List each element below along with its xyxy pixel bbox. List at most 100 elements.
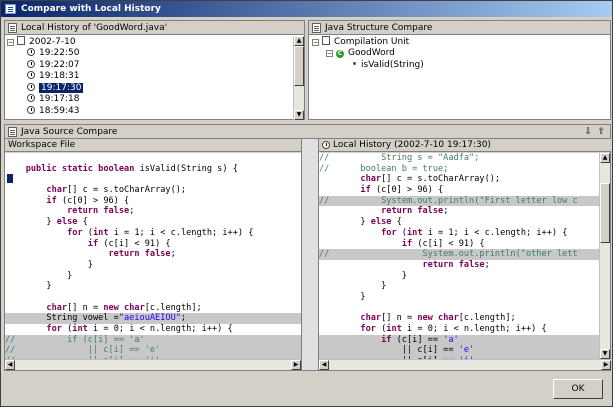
clock-icon — [27, 94, 35, 102]
local-history-editor-title: Local History (2002-7-10 19:17:30) — [333, 140, 491, 150]
scroll-up-icon[interactable]: ▲ — [294, 36, 304, 46]
right-code-line: if (c[0] > 96) { — [360, 185, 444, 196]
clock-icon — [27, 82, 35, 91]
history-entry[interactable]: 19:22:07 — [27, 59, 80, 71]
right-code-line: for (int i = 0; i < n.length; i++) { — [360, 324, 547, 334]
left-code-line: } — [5, 270, 73, 281]
right-vscrollbar[interactable]: ▲ ▼ — [599, 153, 610, 359]
right-code-line: if (c[i] < 91) { — [401, 238, 485, 249]
calendar-icon — [17, 36, 25, 45]
title-bar: Compare with Local History — [1, 1, 612, 17]
right-code-line: || c[i] == 'e' — [319, 345, 599, 357]
history-icon — [8, 23, 17, 33]
collapse-icon[interactable]: − — [326, 50, 333, 57]
node-label: Compilation Unit — [334, 37, 410, 47]
left-code-line: } else { — [5, 217, 88, 228]
tree-node-compilation-unit[interactable]: − Compilation Unit — [312, 36, 409, 47]
left-code-line: for (int i = 0; i < n.length; i++) { — [46, 324, 233, 334]
class-icon: C — [336, 50, 344, 58]
clock-icon — [322, 141, 330, 149]
local-history-title: Local History of 'GoodWord.java' — [21, 23, 168, 33]
workspace-file-editor[interactable]: public static boolean isValid(String s) … — [5, 153, 301, 359]
diff-gutter — [301, 139, 319, 370]
clock-icon — [27, 48, 35, 56]
left-code-line — [5, 292, 301, 303]
scroll-down-icon[interactable]: ▼ — [294, 110, 304, 120]
history-entry[interactable]: 19:22:50 — [27, 48, 79, 59]
structure-compare-pane: Java Structure Compare − Compilation Unit… — [308, 20, 611, 120]
local-history-header: Local History of 'GoodWord.java' — [5, 21, 304, 35]
local-history-editor-header: Local History (2002-7-10 19:17:30) — [319, 139, 611, 152]
right-code-line: return false; — [381, 206, 449, 217]
scroll-up-icon[interactable]: ▲ — [600, 153, 610, 163]
scroll-right-icon[interactable]: ▶ — [291, 360, 301, 370]
right-code-line — [319, 303, 599, 314]
scroll-thumb[interactable] — [600, 183, 610, 243]
compare-window: Compare with Local History Local History… — [0, 0, 613, 407]
ok-button[interactable]: OK — [553, 379, 603, 399]
left-code-line: } — [5, 281, 52, 292]
history-entry[interactable]: 19:17:30 — [27, 82, 84, 94]
left-code-line: } — [5, 259, 93, 270]
right-code-line: if (c[i] == 'a' — [319, 334, 599, 346]
right-code-line: } — [319, 291, 366, 302]
left-code-line — [5, 174, 301, 185]
scroll-down-icon[interactable]: ▼ — [600, 349, 610, 359]
right-code-line: // boolean b = true; — [319, 163, 449, 174]
history-date-node[interactable]: − 2002-7-10 — [7, 36, 76, 47]
left-hscrollbar[interactable]: ◀ ▶ — [5, 359, 301, 370]
left-code-line: return false; — [108, 249, 176, 260]
history-date-label: 2002-7-10 — [29, 37, 76, 47]
local-history-pane: Local History of 'GoodWord.java' − 2002-7… — [4, 20, 305, 120]
left-code-line: public static boolean isValid(String s) … — [25, 163, 238, 174]
scroll-thumb[interactable] — [294, 46, 304, 86]
history-entry-label: 19:22:07 — [39, 59, 80, 70]
left-code-line — [5, 153, 301, 164]
history-entry-label: 19:18:31 — [39, 71, 80, 81]
structure-icon — [312, 23, 321, 33]
right-code-line: // String s = "Aadfa"; — [319, 153, 480, 163]
change-marker — [7, 174, 13, 183]
clock-icon — [27, 71, 35, 79]
next-diff-icon[interactable]: ⇧ — [597, 125, 605, 138]
source-compare-pane: Java Source Compare ⇩ ⇧ Workspace File p… — [4, 124, 611, 371]
structure-compare-header: Java Structure Compare — [309, 21, 610, 35]
right-code-line: return false; — [422, 259, 490, 270]
tree-node-isvalid[interactable]: isValid(String) — [353, 60, 424, 71]
left-code-line: return false; — [67, 206, 135, 217]
history-entry[interactable]: 18:59:43 — [27, 105, 80, 117]
left-code-line: // || c[i] == 'e' — [5, 345, 301, 357]
node-label: GoodWord — [348, 48, 395, 58]
collapse-icon[interactable]: − — [312, 39, 319, 46]
right-code-line: // System.out.println("other lett — [319, 249, 599, 260]
left-code-line: char[] n = new char[c.length]; — [46, 302, 202, 313]
history-entry-label: 18:59:43 — [39, 105, 80, 116]
method-icon — [353, 62, 356, 65]
history-entry-label: 19:17:18 — [39, 94, 80, 104]
history-entry[interactable]: 19:18:31 — [27, 71, 79, 82]
left-code-line: char[] c = s.toCharArray(); — [46, 185, 187, 196]
local-history-editor[interactable]: // String s = "Aadfa";// boolean b = tru… — [319, 153, 599, 359]
history-scrollbar[interactable]: ▲ ▼ — [293, 36, 304, 120]
left-code-line: for (int i = 1; i < c.length; i++) { — [67, 227, 254, 238]
copy-icon[interactable]: ⇩ — [584, 125, 592, 138]
scroll-left-icon[interactable]: ◀ — [319, 360, 329, 370]
collapse-icon[interactable]: − — [7, 39, 14, 46]
right-code-line: // System.out.println("First letter low … — [319, 195, 599, 207]
right-hscrollbar[interactable]: ◀ ▶ — [319, 359, 611, 370]
right-code-line: char[] n = new char[c.length]; — [360, 313, 516, 324]
compilation-unit-icon — [322, 36, 330, 45]
source-compare-icon — [8, 127, 17, 137]
right-code-line: char[] c = s.toCharArray(); — [360, 174, 501, 185]
workspace-file-title: Workspace File — [8, 140, 76, 150]
left-code-line: if (c[i] < 91) { — [87, 238, 171, 249]
history-entry[interactable]: 19:17:18 — [27, 94, 79, 105]
window-title: Compare with Local History — [21, 4, 161, 14]
compare-icon — [5, 4, 16, 14]
scroll-right-icon[interactable]: ▶ — [601, 360, 611, 370]
scroll-left-icon[interactable]: ◀ — [5, 360, 15, 370]
workspace-file-header: Workspace File — [5, 139, 301, 152]
tree-node-goodword[interactable]: − C GoodWord — [326, 48, 395, 59]
history-entry-label: 19:22:50 — [39, 48, 80, 58]
structure-compare-title: Java Structure Compare — [325, 23, 433, 33]
